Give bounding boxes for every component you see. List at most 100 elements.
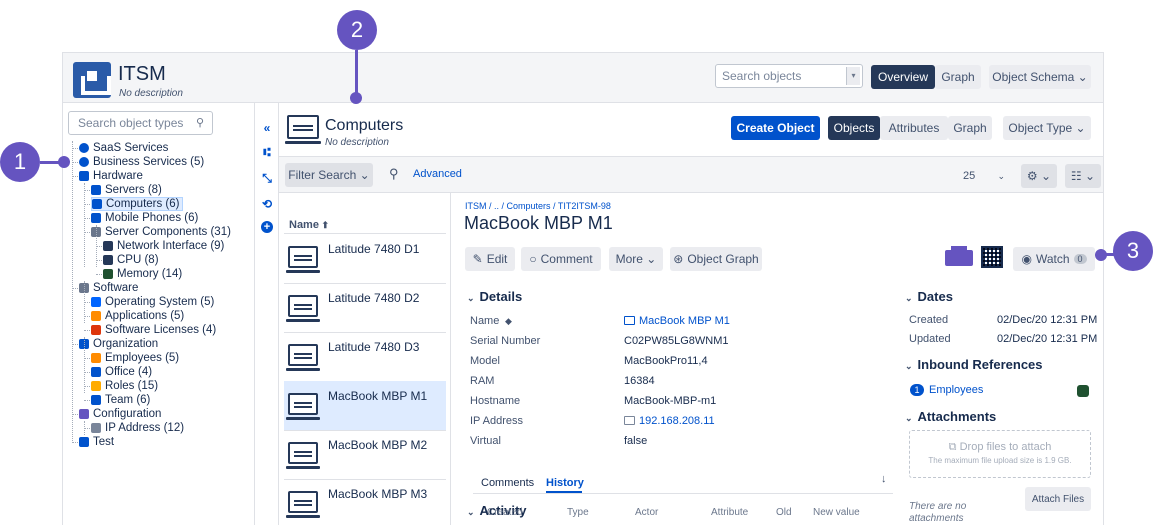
- attachment-dropzone[interactable]: ⧉ Drop files to attach The maximum file …: [909, 430, 1091, 478]
- history-column-header: Old: [776, 507, 792, 518]
- tree-item[interactable]: Network Interface (9): [103, 239, 224, 253]
- updated-value: 02/Dec/20 12:31 PM: [997, 333, 1098, 345]
- print-label-icon[interactable]: [945, 250, 973, 266]
- tab-object-type-graph[interactable]: Graph: [948, 116, 992, 140]
- tree-connector: [84, 183, 85, 267]
- more-button[interactable]: More ⌄: [609, 247, 663, 271]
- os-icon: [91, 297, 101, 307]
- computer-icon: [287, 115, 319, 139]
- attribute-label: RAM: [470, 375, 495, 387]
- tree-item[interactable]: Organization: [79, 337, 158, 351]
- app-frame: ITSM No description Search objects ▾ Ove…: [62, 52, 1104, 525]
- object-list-item[interactable]: MacBook MBP M3: [284, 479, 446, 525]
- create-object-button[interactable]: Create Object: [731, 116, 820, 140]
- comment-button[interactable]: ○ Comment: [521, 247, 601, 271]
- object-graph-button[interactable]: ⊛ Object Graph: [670, 247, 762, 271]
- object-list-item[interactable]: Latitude 7480 D3: [284, 332, 446, 382]
- advanced-search-link[interactable]: Advanced: [413, 168, 462, 180]
- tree-structure-icon[interactable]: ⑆: [260, 145, 274, 159]
- attribute-label: Hostname: [470, 395, 521, 407]
- tree-item[interactable]: Configuration: [79, 407, 161, 421]
- tree-item[interactable]: SaaS Services: [79, 141, 168, 155]
- name-column-header[interactable]: Name ⬆: [289, 219, 329, 231]
- tree-item[interactable]: Test: [79, 435, 114, 449]
- tab-objects[interactable]: Objects: [828, 116, 880, 140]
- details-section-header[interactable]: ⌄ Details: [467, 289, 522, 304]
- add-object-type-icon[interactable]: +: [261, 221, 273, 233]
- tab-overview[interactable]: Overview: [871, 65, 935, 89]
- search-dropdown-icon[interactable]: ▾: [846, 67, 860, 85]
- tab-attributes[interactable]: Attributes: [880, 116, 948, 140]
- object-schema-button[interactable]: Object Schema ⌄: [989, 65, 1091, 89]
- tree-item[interactable]: CPU (8): [103, 253, 159, 267]
- memory-icon: [103, 269, 113, 279]
- object-breadcrumb[interactable]: ITSM / .. / Computers / TIT2ITSM-98: [465, 201, 611, 211]
- test-icon: [79, 437, 89, 447]
- tree-item-label: Network Interface (9): [117, 240, 225, 252]
- tree-item-label: SaaS Services: [93, 142, 169, 154]
- attachments-section-header[interactable]: ⌄ Attachments: [905, 409, 996, 424]
- tree-item[interactable]: Computers (6): [91, 197, 183, 211]
- object-list-item[interactable]: Latitude 7480 D1: [284, 234, 446, 284]
- tree-item[interactable]: IP Address (12): [91, 421, 184, 435]
- search-objects-placeholder: Search objects: [722, 69, 802, 83]
- attach-files-button[interactable]: Attach Files: [1025, 487, 1091, 511]
- tab-graph[interactable]: Graph: [935, 65, 981, 89]
- sort-down-icon[interactable]: ↓: [881, 473, 887, 485]
- inbound-employees-link[interactable]: Employees: [929, 384, 983, 396]
- edit-button[interactable]: ✎ Edit: [465, 247, 515, 271]
- settings-button[interactable]: ⚙ ⌄: [1021, 164, 1057, 188]
- list-view-icon: ☷ ⌄: [1070, 169, 1096, 183]
- computer-icon-base: [286, 515, 320, 518]
- tree-item[interactable]: Hardware: [79, 169, 143, 183]
- tree-item[interactable]: Roles (15): [91, 379, 158, 393]
- created-label: Created: [909, 314, 949, 326]
- tree-item-label: Mobile Phones (6): [105, 212, 199, 224]
- tree-item[interactable]: Operating System (5): [91, 295, 214, 309]
- computer-icon: [624, 316, 635, 325]
- tree-item[interactable]: Applications (5): [91, 309, 184, 323]
- tree-item-label: Office (4): [105, 366, 153, 378]
- object-list-item[interactable]: MacBook MBP M2: [284, 430, 446, 480]
- tree-item[interactable]: Mobile Phones (6): [91, 211, 198, 225]
- search-objects-input[interactable]: Search objects ▾: [715, 64, 863, 88]
- object-list-item[interactable]: Latitude 7480 D2: [284, 283, 446, 333]
- watch-button[interactable]: ◉ Watch 0: [1013, 247, 1095, 271]
- tree-item[interactable]: Team (6): [91, 393, 150, 407]
- dates-section-header[interactable]: ⌄ Dates: [905, 289, 953, 304]
- page-size-select[interactable]: 25 ⌄: [955, 164, 1013, 188]
- tree-item-label: Business Services (5): [93, 156, 205, 168]
- view-options-button[interactable]: ☷ ⌄: [1065, 164, 1101, 188]
- history-column-header: Created: [487, 507, 523, 518]
- search-icon[interactable]: ⚲: [389, 166, 399, 182]
- attribute-value[interactable]: MacBook MBP M1: [639, 315, 730, 327]
- license-icon: [91, 325, 101, 335]
- collapse-icon[interactable]: «: [260, 121, 274, 135]
- attachments-section-title: Attachments: [917, 409, 997, 424]
- object-list-item[interactable]: MacBook MBP M1: [284, 381, 446, 431]
- page-size-value: 25: [963, 170, 976, 182]
- tree-item[interactable]: Software Licenses (4): [91, 323, 216, 337]
- ip-icon: [91, 423, 101, 433]
- tree-item-label: Configuration: [93, 408, 162, 420]
- tree-item[interactable]: Server Components (31): [91, 225, 231, 239]
- filter-search-button[interactable]: Filter Search ⌄: [285, 163, 373, 187]
- inbound-references-header[interactable]: ⌄ Inbound References: [905, 357, 1043, 372]
- tree-item[interactable]: Memory (14): [103, 267, 182, 281]
- tree-item[interactable]: Software: [79, 281, 138, 295]
- expand-icon[interactable]: ⤡: [260, 171, 274, 185]
- tree-item[interactable]: Business Services (5): [79, 155, 204, 169]
- tree-connector: [84, 337, 85, 393]
- tab-comments[interactable]: Comments: [481, 477, 534, 489]
- object-type-button[interactable]: Object Type ⌄: [1003, 116, 1091, 140]
- tree-item[interactable]: Servers (8): [91, 183, 162, 197]
- refresh-icon[interactable]: ⟲: [260, 197, 274, 211]
- computer-icon-base: [286, 466, 320, 469]
- tree-item[interactable]: Office (4): [91, 365, 152, 379]
- tree-item[interactable]: Employees (5): [91, 351, 179, 365]
- search-object-types-input[interactable]: Search object types ⚲: [68, 111, 213, 135]
- computer-icon: [288, 344, 318, 366]
- qr-code-icon[interactable]: [981, 246, 1003, 268]
- attribute-value[interactable]: 192.168.208.11: [639, 415, 715, 427]
- tab-history[interactable]: History: [546, 477, 584, 489]
